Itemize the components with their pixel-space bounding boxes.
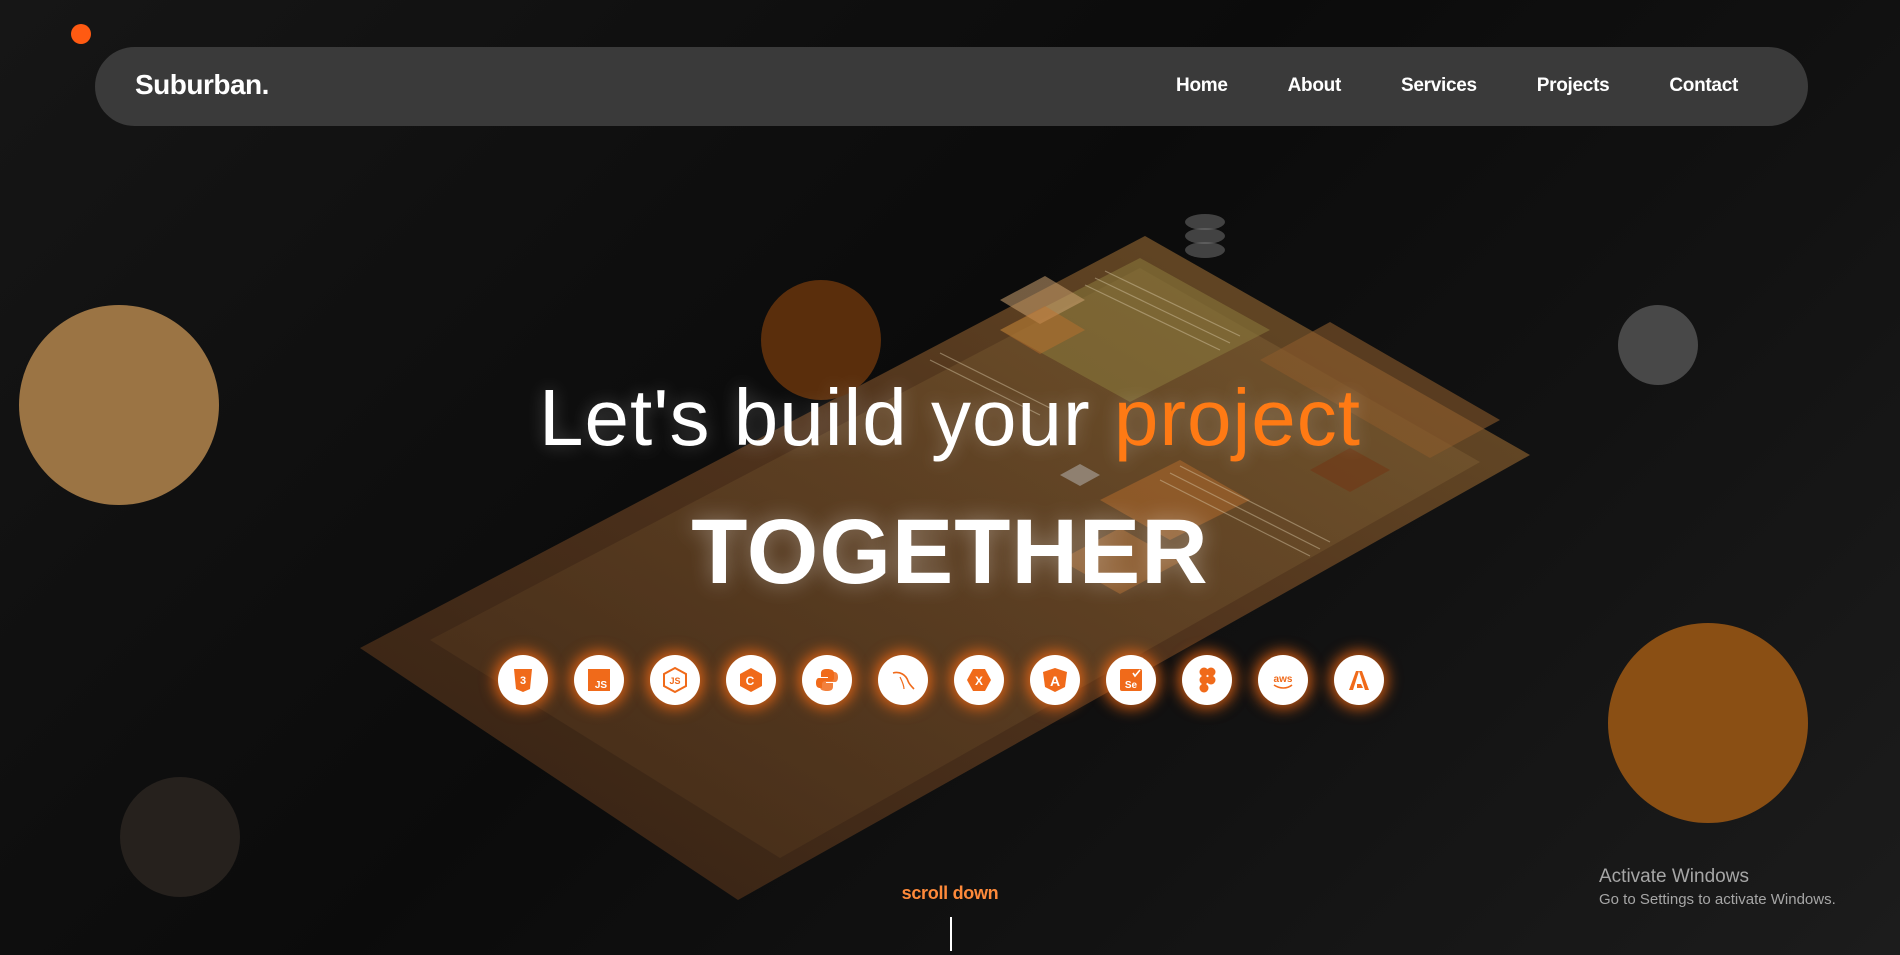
angular-icon[interactable]: A bbox=[1030, 655, 1080, 705]
svg-text:aws: aws bbox=[1274, 674, 1293, 685]
svg-text:3: 3 bbox=[520, 675, 526, 687]
activate-windows-title: Activate Windows bbox=[1599, 866, 1749, 887]
svg-text:Se: Se bbox=[1125, 680, 1138, 691]
nav-projects-link[interactable]: Projects bbox=[1537, 75, 1610, 97]
nav-services-link[interactable]: Services bbox=[1401, 75, 1477, 97]
figma-icon[interactable] bbox=[1182, 655, 1232, 705]
nav-about-link[interactable]: About bbox=[1288, 75, 1342, 97]
isometric-platform-illustration bbox=[360, 214, 1530, 900]
svg-text:JS: JS bbox=[595, 680, 608, 691]
svg-text:X: X bbox=[975, 674, 983, 688]
hero-heading: Let's build your project bbox=[0, 372, 1900, 464]
activate-windows-subtitle: Go to Settings to activate Windows. bbox=[1599, 891, 1836, 908]
brand-logo[interactable]: Suburban. bbox=[135, 69, 269, 101]
top-navbar: Suburban. Home About Services Projects C… bbox=[95, 47, 1808, 126]
python-icon[interactable] bbox=[802, 655, 852, 705]
javascript-icon[interactable]: JS bbox=[574, 655, 624, 705]
svg-text:A: A bbox=[1050, 673, 1060, 689]
adobe-icon[interactable] bbox=[1334, 655, 1384, 705]
xamarin-icon[interactable]: X bbox=[954, 655, 1004, 705]
svg-text:C: C bbox=[746, 674, 755, 688]
hero-heading-prefix: Let's build your bbox=[539, 373, 1114, 462]
nav-links: Home About Services Projects Contact bbox=[1176, 75, 1738, 97]
hero-heading-accent: project bbox=[1113, 373, 1361, 462]
mysql-icon[interactable] bbox=[878, 655, 928, 705]
svg-text:JS: JS bbox=[669, 676, 680, 686]
scroll-indicator-line bbox=[950, 917, 952, 951]
nav-home-link[interactable]: Home bbox=[1176, 75, 1228, 97]
selenium-icon[interactable]: Se bbox=[1106, 655, 1156, 705]
css3-icon[interactable]: 3 bbox=[498, 655, 548, 705]
nav-contact-link[interactable]: Contact bbox=[1669, 75, 1738, 97]
hero-subheading: TOGETHER bbox=[691, 501, 1209, 603]
aws-icon[interactable]: aws bbox=[1258, 655, 1308, 705]
nodejs-icon[interactable]: JS bbox=[650, 655, 700, 705]
tech-stack-icons: 3 JS JS C X A Se aws bbox=[498, 655, 1384, 705]
activate-windows-watermark: Activate Windows Go to Settings to activ… bbox=[1599, 866, 1836, 908]
csharp-icon[interactable]: C bbox=[726, 655, 776, 705]
